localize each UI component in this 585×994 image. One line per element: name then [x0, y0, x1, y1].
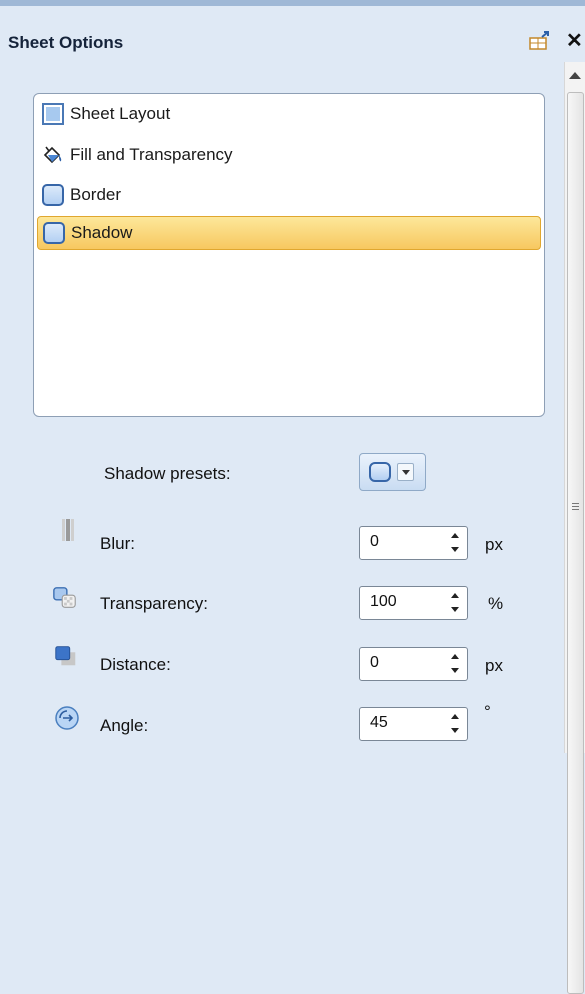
transparency-spinner[interactable]: 100 [359, 586, 468, 620]
transparency-unit: % [488, 594, 504, 613]
shadow-presets-label: Shadow presets: [104, 464, 231, 483]
list-item-label: Border [70, 185, 122, 204]
angle-value[interactable]: 45 [370, 714, 388, 732]
list-item-fill-transparency[interactable]: Fill and Transparency [37, 138, 541, 172]
options-list[interactable]: Sheet Layout Fill and Transparency Borde… [33, 93, 545, 417]
blur-unit: px [485, 535, 503, 554]
spin-down-icon[interactable] [451, 668, 459, 673]
angle-icon [55, 706, 79, 730]
list-item-shadow[interactable]: Shadow [37, 216, 541, 250]
blur-spinner[interactable]: 0 [359, 526, 468, 560]
close-icon[interactable]: ✕ [566, 30, 583, 52]
panel-title: Sheet Options [8, 33, 124, 52]
paint-bucket-icon [43, 146, 62, 164]
spin-up-icon[interactable] [451, 593, 459, 598]
list-item-label: Sheet Layout [70, 104, 171, 123]
list-item-label: Fill and Transparency [70, 145, 233, 164]
shadow-presets-dropdown[interactable] [359, 453, 426, 491]
blur-label: Blur: [100, 534, 135, 553]
blur-icon [62, 519, 74, 541]
pin-icon[interactable] [528, 30, 552, 52]
panel-top-border [0, 0, 585, 6]
distance-label: Distance: [100, 655, 171, 674]
angle-spinner[interactable]: 45 [359, 707, 468, 741]
list-item-label: Shadow [71, 223, 133, 242]
scroll-up-arrow-icon[interactable] [569, 72, 581, 79]
spin-up-icon[interactable] [451, 654, 459, 659]
transparency-icon [53, 587, 76, 608]
spin-down-icon[interactable] [451, 728, 459, 733]
angle-unit: ° [484, 702, 491, 721]
spin-up-icon[interactable] [451, 533, 459, 538]
distance-spinner[interactable]: 0 [359, 647, 468, 681]
border-icon [42, 184, 64, 206]
spin-up-icon[interactable] [451, 714, 459, 719]
distance-icon [55, 646, 76, 666]
transparency-label: Transparency: [100, 594, 209, 613]
vertical-scrollbar[interactable] [564, 62, 585, 994]
spin-down-icon[interactable] [451, 607, 459, 612]
grip-line [572, 506, 579, 507]
chevron-down-icon[interactable] [397, 463, 414, 481]
scroll-thumb[interactable] [567, 92, 584, 994]
transparency-value[interactable]: 100 [370, 593, 397, 611]
grip-line [572, 503, 579, 504]
distance-unit: px [485, 656, 503, 675]
blur-value[interactable]: 0 [370, 533, 379, 551]
grip-line [572, 509, 579, 510]
list-item-border[interactable]: Border [37, 178, 541, 212]
distance-value[interactable]: 0 [370, 654, 379, 672]
sheet-layout-icon [42, 103, 64, 125]
spin-down-icon[interactable] [451, 547, 459, 552]
shadow-icon [43, 222, 65, 244]
angle-label: Angle: [100, 716, 149, 735]
list-item-sheet-layout[interactable]: Sheet Layout [37, 97, 541, 131]
shadow-preset-swatch-icon [369, 462, 391, 482]
